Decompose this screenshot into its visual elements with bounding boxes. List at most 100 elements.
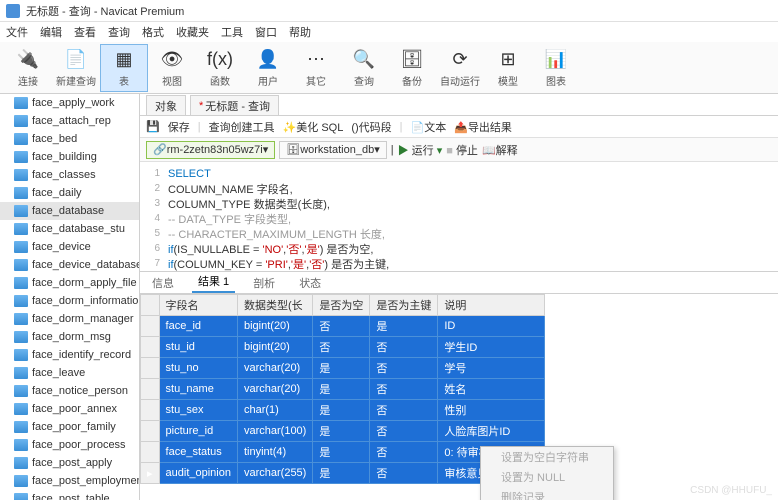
grid-cell[interactable]: bigint(20)	[237, 337, 312, 358]
grid-cell[interactable]: 是	[313, 442, 370, 463]
grid-cell[interactable]: stu_sex	[159, 400, 237, 421]
grid-cell[interactable]: 学生ID	[438, 337, 545, 358]
grid-cell[interactable]: 是	[313, 463, 370, 484]
col-header[interactable]: 说明	[438, 295, 545, 316]
database-select[interactable]: 🗄 workstation_db ▾	[279, 141, 387, 159]
menu-查看[interactable]: 查看	[74, 24, 96, 40]
menu-编辑[interactable]: 编辑	[40, 24, 62, 40]
toolbar-表[interactable]: ▦表	[100, 44, 148, 92]
toolbar-备份[interactable]: 🗄备份	[388, 44, 436, 92]
toolbar-新建查询[interactable]: 📄新建查询	[52, 44, 100, 92]
toolbar-函数[interactable]: f(x)函数	[196, 44, 244, 92]
toolbar-视图[interactable]: 👁视图	[148, 44, 196, 92]
grid-cell[interactable]: 否	[370, 442, 438, 463]
grid-cell[interactable]: 是	[313, 421, 370, 442]
menu-文件[interactable]: 文件	[6, 24, 28, 40]
grid-cell[interactable]: picture_id	[159, 421, 237, 442]
export-button[interactable]: 📤导出结果	[454, 119, 512, 135]
grid-cell[interactable]: 否	[370, 358, 438, 379]
sidebar-item-face_leave[interactable]: face_leave	[0, 364, 139, 382]
row-header[interactable]	[141, 442, 160, 463]
sidebar-item-face_database[interactable]: face_database	[0, 202, 139, 220]
menu-工具[interactable]: 工具	[221, 24, 243, 40]
grid-cell[interactable]: 性别	[438, 400, 545, 421]
toolbar-查询[interactable]: 🔍查询	[340, 44, 388, 92]
grid-cell[interactable]: stu_id	[159, 337, 237, 358]
save-button[interactable]: 保存	[168, 119, 190, 135]
grid-cell[interactable]: char(1)	[237, 400, 312, 421]
grid-cell[interactable]: 否	[313, 316, 370, 337]
grid-cell[interactable]: varchar(100)	[237, 421, 312, 442]
text-button[interactable]: 📄文本	[411, 119, 447, 135]
toolbar-连接[interactable]: 🔌连接	[4, 44, 52, 92]
context-menu[interactable]: 设置为空白字符串设置为 NULL删除记录复制复制为▶粘贴显示▶	[480, 446, 614, 500]
grid-cell[interactable]: stu_name	[159, 379, 237, 400]
sidebar-item-face_device_database[interactable]: face_device_database	[0, 256, 139, 274]
grid-cell[interactable]: bigint(20)	[237, 316, 312, 337]
sidebar-item-face_post_employmen[interactable]: face_post_employmen	[0, 472, 139, 490]
sidebar-item-face_identify_record[interactable]: face_identify_record	[0, 346, 139, 364]
toolbar-图表[interactable]: 📊图表	[532, 44, 580, 92]
grid-cell[interactable]: 是	[313, 358, 370, 379]
grid-cell[interactable]: ID	[438, 316, 545, 337]
grid-cell[interactable]: 人脸库图片ID	[438, 421, 545, 442]
connection-select[interactable]: 🔗 rm-2zetn83n05wz7i ▾	[146, 141, 275, 159]
row-header[interactable]	[141, 379, 160, 400]
code-snippet-button[interactable]: ()代码段	[351, 119, 391, 135]
table-list-sidebar[interactable]: face_apply_workface_attach_repface_bedfa…	[0, 94, 140, 500]
grid-cell[interactable]: 否	[370, 421, 438, 442]
row-header[interactable]	[141, 337, 160, 358]
sidebar-item-face_classes[interactable]: face_classes	[0, 166, 139, 184]
sidebar-item-face_daily[interactable]: face_daily	[0, 184, 139, 202]
sidebar-item-face_apply_work[interactable]: face_apply_work	[0, 94, 139, 112]
sidebar-item-face_notice_person[interactable]: face_notice_person	[0, 382, 139, 400]
tab-objects[interactable]: 对象	[146, 95, 186, 115]
sidebar-item-face_dorm_manager[interactable]: face_dorm_manager	[0, 310, 139, 328]
menu-查询[interactable]: 查询	[108, 24, 130, 40]
result-tab-0[interactable]: 信息	[146, 273, 180, 293]
beautify-button[interactable]: ✨美化 SQL	[283, 119, 344, 135]
grid-cell[interactable]: face_status	[159, 442, 237, 463]
menu-窗口[interactable]: 窗口	[255, 24, 277, 40]
sidebar-item-face_dorm_msg[interactable]: face_dorm_msg	[0, 328, 139, 346]
grid-cell[interactable]: tinyint(4)	[237, 442, 312, 463]
sidebar-item-face_dorm_apply_file[interactable]: face_dorm_apply_file	[0, 274, 139, 292]
row-header[interactable]	[141, 400, 160, 421]
sidebar-item-face_dorm_information[interactable]: face_dorm_information	[0, 292, 139, 310]
col-header[interactable]: 字段名	[159, 295, 237, 316]
grid-cell[interactable]: 否	[370, 379, 438, 400]
grid-cell[interactable]: 是	[370, 316, 438, 337]
sidebar-item-face_attach_rep[interactable]: face_attach_rep	[0, 112, 139, 130]
run-button[interactable]: ▶ 运行 ▾	[398, 142, 443, 158]
grid-cell[interactable]: 否	[370, 337, 438, 358]
col-header[interactable]: 数据类型(长	[237, 295, 312, 316]
sidebar-item-face_device[interactable]: face_device	[0, 238, 139, 256]
row-header[interactable]	[141, 358, 160, 379]
sidebar-item-face_post_table[interactable]: face_post_table	[0, 490, 139, 500]
sidebar-item-face_building[interactable]: face_building	[0, 148, 139, 166]
grid-cell[interactable]: varchar(20)	[237, 379, 312, 400]
col-header[interactable]: 是否为空	[313, 295, 370, 316]
col-header[interactable]: 是否为主键	[370, 295, 438, 316]
grid-cell[interactable]: audit_opinion	[159, 463, 237, 484]
explain-button[interactable]: 📖解释	[482, 142, 518, 158]
menu-格式[interactable]: 格式	[142, 24, 164, 40]
toolbar-模型[interactable]: ⊞模型	[484, 44, 532, 92]
grid-cell[interactable]: 否	[370, 463, 438, 484]
tab-query[interactable]: *无标题 - 查询	[190, 95, 279, 115]
grid-cell[interactable]: face_id	[159, 316, 237, 337]
row-header[interactable]: ▸	[141, 463, 160, 484]
result-tab-3[interactable]: 状态	[293, 273, 327, 293]
save-icon[interactable]: 💾	[146, 120, 160, 133]
sql-editor[interactable]: 1SELECT2 COLUMN_NAME 字段名,3 COLUMN_TYPE 数…	[140, 162, 778, 272]
toolbar-其它[interactable]: ⋯其它	[292, 44, 340, 92]
toolbar-自动运行[interactable]: ⟳自动运行	[436, 44, 484, 92]
row-header[interactable]	[141, 316, 160, 337]
grid-cell[interactable]: stu_no	[159, 358, 237, 379]
sidebar-item-face_poor_annex[interactable]: face_poor_annex	[0, 400, 139, 418]
sidebar-item-face_poor_process[interactable]: face_poor_process	[0, 436, 139, 454]
toolbar-用户[interactable]: 👤用户	[244, 44, 292, 92]
result-tab-1[interactable]: 结果 1	[192, 271, 235, 293]
result-grid[interactable]: 字段名数据类型(长是否为空是否为主键说明face_idbigint(20)否是I…	[140, 294, 778, 500]
grid-cell[interactable]: varchar(20)	[237, 358, 312, 379]
